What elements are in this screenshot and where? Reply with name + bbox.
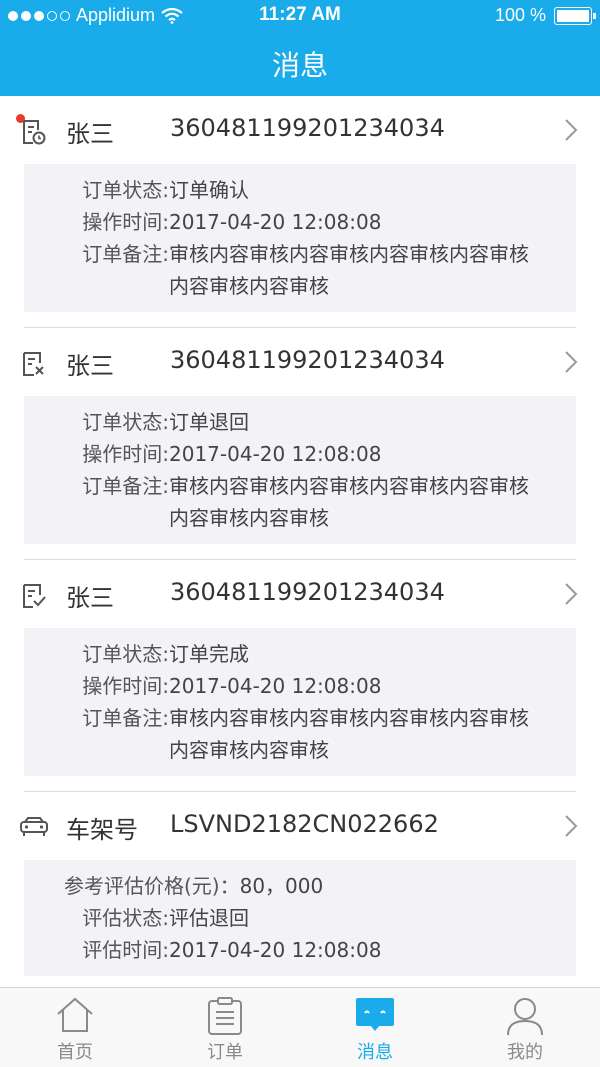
- message-card-header[interactable]: 张三 360481199201234034: [0, 96, 600, 164]
- message-card[interactable]: 张三 360481199201234034 订单状态: 订单确认 操作时间: 201…: [0, 96, 600, 328]
- time-value: 2017-04-20 12:08:08: [169, 210, 382, 234]
- customer-name: 张三: [66, 584, 114, 612]
- vehicle-card-header[interactable]: 车架号 LSVND2182CN022662: [0, 792, 600, 860]
- clipboard-icon: [208, 997, 242, 1035]
- eval-time-label: 评估时间:: [82, 938, 169, 962]
- message-list[interactable]: 张三 360481199201234034 订单状态: 订单确认 操作时间: 201…: [0, 96, 600, 987]
- tab-profile[interactable]: 我的: [450, 988, 600, 1067]
- message-card[interactable]: 张三 360481199201234034 订单状态: 订单退回 操作时间: 201…: [0, 328, 600, 560]
- chevron-right-icon: [565, 583, 578, 605]
- message-details: 订单状态: 订单确认 操作时间: 2017-04-20 12:08:08 订单备注:…: [24, 164, 576, 312]
- tab-label: 首页: [57, 1042, 93, 1063]
- remark-label: 订单备注:: [82, 474, 169, 498]
- message-icon: [356, 998, 394, 1031]
- chevron-right-icon: [565, 815, 578, 837]
- message-card[interactable]: 张三 360481199201234034 订单状态: 订单完成 操作时间: 201…: [0, 560, 600, 792]
- id-number: 360481199201234034: [170, 578, 445, 606]
- status-label: 订单状态:: [82, 178, 169, 202]
- message-card-header[interactable]: 张三 360481199201234034: [0, 328, 600, 396]
- status-value: 订单退回: [169, 410, 249, 434]
- time-value: 2017-04-20 12:08:08: [169, 442, 382, 466]
- chevron-right-icon: [565, 119, 578, 141]
- price-value: 80，000: [239, 874, 324, 898]
- page-title: 消息: [271, 49, 328, 82]
- vin-number: LSVND2182CN022662: [170, 810, 439, 838]
- status-label: 订单状态:: [82, 642, 169, 666]
- price-label: 参考评估价格(元)：: [64, 874, 240, 898]
- time-label: 操作时间:: [82, 674, 169, 698]
- status-right: 100 %: [494, 5, 596, 26]
- vehicle-card[interactable]: 车架号 LSVND2182CN022662 参考评估价格(元)： 80，000 评…: [0, 792, 600, 987]
- tab-home[interactable]: 首页: [0, 988, 150, 1067]
- time-label: 操作时间:: [82, 210, 169, 234]
- id-number: 360481199201234034: [170, 346, 445, 374]
- time-value: 2017-04-20 12:08:08: [169, 674, 382, 698]
- tab-messages[interactable]: 消息: [300, 988, 450, 1067]
- remark-value: 审核内容审核内容审核内容审核内容审核内容审核内容审核: [169, 474, 529, 530]
- tab-label: 订单: [207, 1042, 243, 1063]
- eval-status-label: 评估状态:: [82, 906, 169, 930]
- eval-time-value: 2017-04-20 12:08:08: [169, 938, 382, 962]
- status-label: 订单状态:: [82, 410, 169, 434]
- car-icon: [20, 817, 48, 836]
- status-value: 订单完成: [169, 642, 249, 666]
- vin-label: 车架号: [66, 816, 138, 844]
- battery-icon: [554, 6, 596, 25]
- battery-percent: 100 %: [494, 5, 546, 25]
- order-pending-icon: [23, 120, 46, 145]
- remark-label: 订单备注:: [82, 706, 169, 730]
- message-details: 订单状态: 订单退回 操作时间: 2017-04-20 12:08:08 订单备注:…: [24, 396, 576, 544]
- tab-orders[interactable]: 订单: [150, 988, 300, 1067]
- id-number: 360481199201234034: [170, 114, 445, 142]
- tab-label: 消息: [357, 1042, 393, 1063]
- status-bar: Applidium 11:27 AM 100 %: [0, 0, 600, 32]
- person-icon: [507, 998, 543, 1036]
- tab-bar: 首页 订单 消息 我的: [0, 987, 600, 1067]
- vehicle-details: 参考评估价格(元)： 80，000 评估状态: 评估退回 评估时间: 2017-04-…: [24, 860, 576, 976]
- order-complete-icon: [23, 584, 46, 608]
- remark-label: 订单备注:: [82, 242, 169, 266]
- tab-label: 我的: [507, 1042, 543, 1063]
- message-details: 订单状态: 订单完成 操作时间: 2017-04-20 12:08:08 订单备注:…: [24, 628, 576, 776]
- message-card-header[interactable]: 张三 360481199201234034: [0, 560, 600, 628]
- eval-status-value: 评估退回: [169, 906, 249, 930]
- remark-value: 审核内容审核内容审核内容审核内容审核内容审核内容审核: [169, 706, 529, 762]
- customer-name: 张三: [66, 352, 114, 380]
- customer-name: 张三: [66, 120, 114, 148]
- order-returned-icon: [23, 352, 44, 376]
- status-value: 订单确认: [169, 178, 249, 202]
- chevron-right-icon: [565, 351, 578, 373]
- remark-value: 审核内容审核内容审核内容审核内容审核内容审核内容审核: [169, 242, 529, 298]
- home-icon: [57, 997, 93, 1032]
- top-bar: Applidium 11:27 AM 100 % 消息: [0, 0, 600, 96]
- time-label: 操作时间:: [82, 442, 169, 466]
